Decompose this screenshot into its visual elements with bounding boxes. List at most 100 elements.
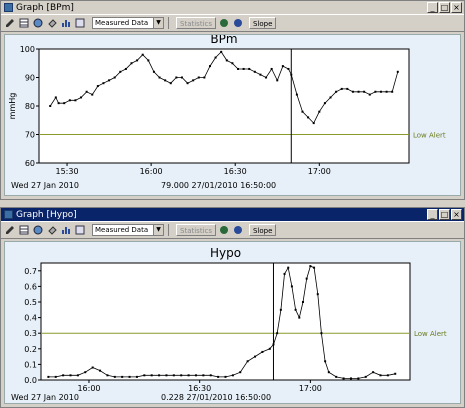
data-point — [386, 374, 389, 377]
data-point — [135, 375, 138, 378]
data-point — [220, 50, 223, 53]
data-point — [187, 374, 190, 377]
data-point — [225, 59, 228, 62]
data-point — [224, 375, 227, 378]
data-point — [295, 93, 298, 96]
data-point — [158, 374, 161, 377]
phi-icon[interactable] — [232, 224, 244, 236]
data-point — [121, 375, 124, 378]
phi-icon[interactable] — [232, 17, 244, 29]
data-point — [180, 76, 183, 79]
data-point — [396, 70, 399, 73]
data-point — [165, 374, 168, 377]
toolbar: Measured Data ▼ Statistics Slope — [1, 15, 464, 32]
pencil-icon[interactable] — [4, 17, 16, 29]
cursor-readout: 79.000 27/01/2010 16:50:00 — [161, 181, 276, 190]
data-point — [231, 62, 234, 65]
globe-icon[interactable] — [32, 224, 44, 236]
data-point — [372, 371, 375, 374]
toolbar-divider — [168, 17, 169, 29]
data-point — [327, 371, 330, 374]
data-point — [324, 360, 327, 363]
close-button[interactable]: × — [451, 209, 462, 220]
data-point — [287, 266, 290, 269]
data-point — [320, 332, 323, 335]
data-point — [357, 90, 360, 93]
select-value: Measured Data — [95, 19, 149, 27]
y-tick-label: 0.4 — [24, 314, 37, 323]
minimize-button[interactable]: _ — [427, 209, 438, 220]
info-icon[interactable] — [218, 17, 230, 29]
data-point — [197, 76, 200, 79]
data-point — [272, 343, 275, 346]
statistics-button[interactable]: Statistics — [176, 17, 216, 29]
data-point — [301, 110, 304, 113]
y-tick-label: 90 — [25, 74, 35, 83]
hypo-chart[interactable]: Hypo 0.0 0.1 0.2 0.3 0.4 0.5 0.6 0.7 16:00 16:30 17… — [5, 242, 462, 403]
data-point — [261, 350, 264, 353]
table-icon[interactable] — [18, 224, 30, 236]
y-tick-label: 70 — [25, 131, 35, 140]
data-point — [237, 67, 240, 70]
slope-button[interactable]: Slope — [249, 17, 277, 29]
slope-button[interactable]: Slope — [249, 224, 277, 236]
data-source-select[interactable]: Measured Data ▼ — [92, 224, 164, 236]
data-point — [143, 374, 146, 377]
screen: Graph [BPm] _ □ × Measured Data ▼ Statis… — [0, 0, 465, 408]
data-point — [305, 277, 308, 280]
title-bar[interactable]: Graph [Hypo] _ □ × — [1, 208, 464, 222]
data-point — [239, 371, 242, 374]
data-point — [96, 85, 99, 88]
title-bar[interactable]: Graph [BPm] _ □ × — [1, 1, 464, 15]
y-tick-label: 0.1 — [24, 360, 37, 369]
bar-chart-icon[interactable] — [60, 17, 72, 29]
data-point — [281, 65, 284, 68]
chart-panel[interactable]: Hypo 0.0 0.1 0.2 0.3 0.4 0.5 0.6 0.7 16:00 16:30 17… — [4, 241, 461, 404]
x-tick-label: 16:00 — [77, 384, 100, 393]
data-point — [91, 93, 94, 96]
data-point — [287, 67, 290, 70]
minimize-button[interactable]: _ — [427, 2, 438, 13]
data-point — [374, 90, 377, 93]
globe-icon[interactable] — [32, 17, 44, 29]
bpm-chart[interactable]: BPm 60 70 80 90 100 15:30 16:00 16:30 17:00 mmHg Lo… — [5, 35, 462, 195]
x-tick-label: 16:00 — [140, 167, 163, 176]
data-point — [270, 67, 273, 70]
maximize-button[interactable]: □ — [439, 209, 450, 220]
grid-icon[interactable] — [74, 224, 86, 236]
data-point — [254, 355, 257, 358]
data-point — [91, 366, 94, 369]
data-point — [290, 285, 293, 288]
data-source-select[interactable]: Measured Data ▼ — [92, 17, 164, 29]
x-tick-label: 16:30 — [188, 384, 211, 393]
x-tick-label: 15:30 — [55, 167, 78, 176]
statistics-button[interactable]: Statistics — [176, 224, 216, 236]
data-point — [119, 70, 122, 73]
table-icon[interactable] — [18, 17, 30, 29]
chevron-down-icon: ▼ — [153, 225, 163, 235]
data-point — [54, 375, 57, 378]
info-icon[interactable] — [218, 224, 230, 236]
data-point — [113, 76, 116, 79]
data-point — [130, 62, 133, 65]
data-point — [164, 79, 167, 82]
data-point — [301, 301, 304, 303]
data-point — [208, 65, 211, 68]
data-point — [63, 102, 66, 105]
close-button[interactable]: × — [451, 2, 462, 13]
data-point — [62, 374, 65, 377]
grid-icon[interactable] — [74, 17, 86, 29]
maximize-button[interactable]: □ — [439, 2, 450, 13]
data-point — [68, 99, 71, 102]
pencil-icon[interactable] — [4, 224, 16, 236]
data-point — [335, 90, 338, 93]
eraser-icon[interactable] — [46, 17, 58, 29]
chart-panel[interactable]: BPm 60 70 80 90 100 15:30 16:00 16:30 17:00 mmHg Lo… — [4, 34, 461, 196]
bar-chart-icon[interactable] — [60, 224, 72, 236]
data-point — [80, 96, 83, 99]
data-point — [147, 59, 150, 62]
data-point — [242, 67, 245, 70]
cursor-readout: 0.228 27/01/2010 16:50:00 — [161, 393, 271, 402]
data-point — [259, 73, 262, 76]
eraser-icon[interactable] — [46, 224, 58, 236]
